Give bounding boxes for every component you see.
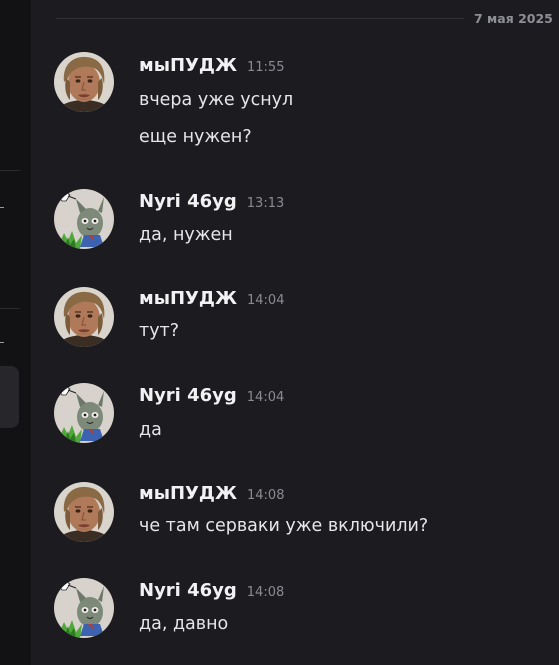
man-photo-avatar[interactable]	[54, 482, 114, 542]
author-name[interactable]: Nyri 46yg	[139, 580, 237, 601]
app-window: 7 мая 2025 мыПУДЖ 11:55 вчера уже уснул е…	[0, 0, 559, 665]
sidebar-tick	[0, 342, 4, 343]
chat-panel: 7 мая 2025 мыПУДЖ 11:55 вчера уже уснул е…	[31, 0, 559, 665]
author-name[interactable]: мыПУДЖ	[139, 483, 237, 504]
man-photo-avatar[interactable]	[54, 287, 114, 347]
message-timestamp: 14:08	[247, 488, 285, 503]
date-divider-label: 7 мая 2025	[474, 11, 553, 26]
message-timestamp: 11:55	[247, 60, 285, 75]
message-header: Nyri 46yg 14:08	[139, 580, 284, 601]
sidebar-divider	[0, 308, 20, 309]
message-timestamp: 14:04	[246, 390, 285, 405]
message-text: че там серваки уже включили?	[139, 516, 429, 536]
message-text: да	[139, 420, 162, 440]
date-divider-line	[56, 18, 464, 19]
cartoon-cat-avatar[interactable]	[54, 578, 114, 638]
message-timestamp: 13:13	[246, 196, 285, 211]
message-header: Nyri 46yg 14:04	[139, 385, 284, 406]
sidebar	[0, 0, 31, 665]
message-timestamp: 14:04	[247, 293, 285, 308]
cartoon-cat-avatar[interactable]	[54, 189, 114, 249]
cartoon-cat-avatar[interactable]	[54, 383, 114, 443]
author-name[interactable]: Nyri 46yg	[139, 385, 237, 406]
date-divider: 7 мая 2025	[56, 0, 559, 30]
author-name[interactable]: мыПУДЖ	[139, 55, 237, 76]
sidebar-tick	[0, 207, 4, 208]
man-photo-avatar[interactable]	[54, 52, 114, 112]
message-timestamp: 14:08	[246, 585, 285, 600]
author-name[interactable]: Nyri 46yg	[139, 191, 237, 212]
message-text: да, давно	[139, 614, 229, 634]
message-header: Nyri 46yg 13:13	[139, 191, 284, 212]
message-text: вчера уже уснул	[139, 90, 294, 110]
message-header: мыПУДЖ 14:04	[139, 288, 284, 309]
sidebar-divider	[0, 170, 20, 171]
sidebar-selected-item[interactable]	[0, 366, 19, 428]
message-text: еще нужен?	[139, 127, 252, 147]
message-text: да, нужен	[139, 225, 233, 245]
author-name[interactable]: мыПУДЖ	[139, 288, 237, 309]
message-text: тут?	[139, 321, 180, 341]
message-header: мыПУДЖ 14:08	[139, 483, 284, 504]
message-header: мыПУДЖ 11:55	[139, 55, 284, 76]
